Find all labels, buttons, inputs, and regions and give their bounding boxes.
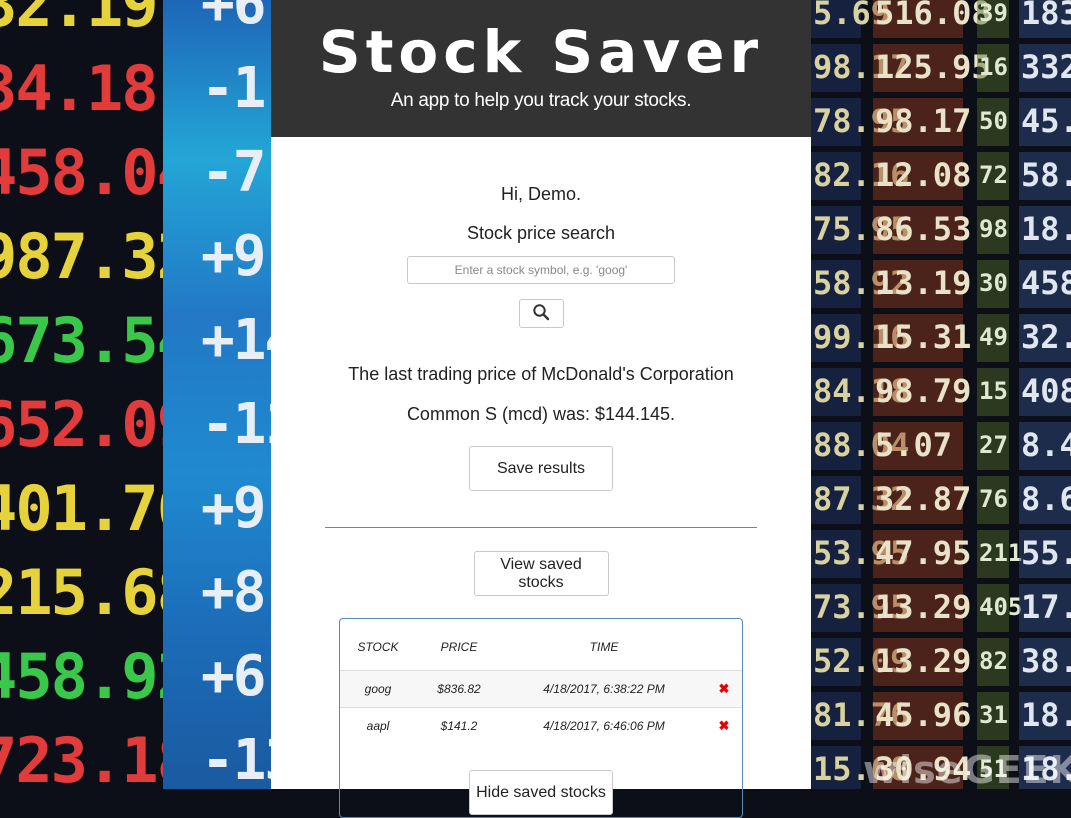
background-ticker-right: 5.69 516.08 39 183 98.17 125.95 16 332 78.95 98.1… (811, 0, 1071, 789)
cell-stock: aapl (340, 707, 416, 744)
cell-price: $836.82 (416, 670, 502, 708)
column-header-price: PRICE (440, 640, 478, 654)
cell-stock: goog (340, 670, 416, 708)
result-text: The last trading price of McDonald's Cor… (271, 354, 811, 434)
delete-icon[interactable]: ✖ (719, 681, 730, 696)
column-header-actions (706, 619, 742, 671)
cell-time: 4/18/2017, 6:38:22 PM (502, 670, 706, 708)
watermark: wiseGEEK (863, 748, 1071, 789)
background-ticker-change: +9.0 (201, 224, 271, 289)
background-ticker-change: -1.3 (201, 56, 271, 121)
table-row: aapl $141.2 4/18/2017, 6:46:06 PM ✖ (340, 707, 742, 744)
hide-saved-stocks-button[interactable]: Hide saved stocks (469, 770, 613, 815)
background-ticker-change: -11.3 (201, 392, 271, 457)
result-line-1: The last trading price of McDonald's Cor… (348, 364, 734, 384)
background-ticker-change: -7.0 (201, 140, 271, 205)
delete-icon[interactable]: ✖ (719, 718, 730, 733)
table-row: goog $836.82 4/18/2017, 6:38:22 PM ✖ (340, 670, 742, 708)
search-heading: Stock price search (466, 223, 616, 243)
background-ticker-change: +6.0 (201, 0, 271, 37)
cell-actions: ✖ (706, 707, 742, 744)
app-header: Stock Saver An app to help you track you… (271, 0, 811, 137)
background-ticker-number: 32.19 (0, 0, 159, 41)
cell-time: 4/18/2017, 6:46:06 PM (502, 707, 706, 744)
background-ticker-change: +8.3 (201, 560, 271, 625)
greeting: Hi, Demo. (500, 184, 581, 204)
cell-price: $141.2 (416, 707, 502, 744)
saved-stocks-table: STOCK PRICE TIME goog $836.82 4/18/2017,… (340, 619, 742, 744)
stock-symbol-input[interactable] (407, 256, 675, 284)
background-ticker-change: +14.2 (201, 308, 271, 373)
app-title: Stock Saver (318, 18, 764, 86)
section-divider (325, 527, 757, 528)
main-panel: Stock Saver An app to help you track you… (271, 0, 811, 818)
column-header-stock: STOCK (357, 640, 399, 654)
background-ticker-change: -13.0 (201, 728, 271, 789)
search-button[interactable] (518, 299, 564, 328)
cell-actions: ✖ (706, 670, 742, 708)
view-saved-stocks-button[interactable]: View saved stocks (473, 551, 609, 596)
table-header-row: STOCK PRICE TIME (340, 619, 742, 671)
search-icon (533, 304, 550, 321)
result-line-2: Common S (mcd) was: $144.145. (406, 404, 676, 424)
background-ticker-change: +9.4 (201, 476, 271, 541)
save-results-button[interactable]: Save results (469, 446, 613, 491)
app-subtitle: An app to help you track your stocks. (390, 90, 692, 111)
background-ticker-number: 34.18 (0, 52, 159, 125)
column-header-time: TIME (589, 640, 619, 654)
background-ticker-change: +6.0 (201, 644, 271, 709)
background-ticker-blue-column: +6.0 -1.3 -7.0 +9.0 +14.2 -11.3 +9.4 +8.3 +6.0 -1… (163, 0, 271, 789)
background-ticker-left: 32.1934.18458.04987.32673.54652.09401.76… (0, 0, 271, 789)
saved-stocks-panel: STOCK PRICE TIME goog $836.82 4/18/2017,… (339, 618, 743, 818)
